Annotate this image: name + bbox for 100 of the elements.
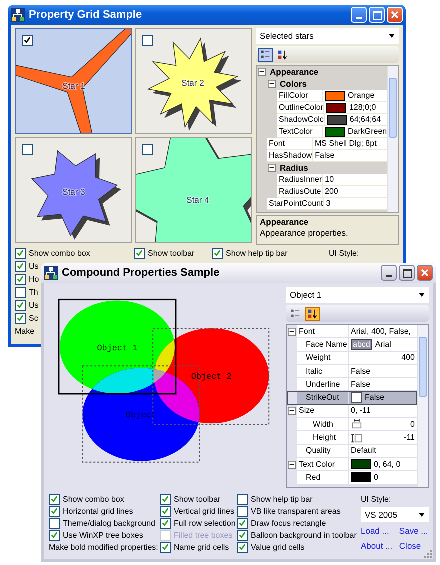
checkbox[interactable] (237, 542, 248, 553)
link[interactable]: Close (399, 541, 429, 551)
resize-grip-icon[interactable] (424, 550, 432, 558)
checkbox[interactable] (237, 530, 248, 541)
close-button[interactable] (417, 265, 433, 281)
checkbox[interactable] (160, 494, 171, 505)
property-value: 128;0;0 (349, 103, 376, 112)
checkbox[interactable] (134, 248, 145, 259)
collapse-icon[interactable] (258, 68, 266, 76)
checkbox[interactable] (212, 248, 223, 259)
link[interactable]: Save ... (399, 526, 429, 536)
maximize-button[interactable] (399, 265, 415, 281)
property-value: Orange (348, 91, 375, 100)
option-label: Make (15, 327, 35, 336)
object-selector[interactable]: Object 1 (286, 287, 429, 303)
checkbox-label: VB like transparent areas (251, 507, 341, 516)
property-name: Quality (297, 444, 349, 458)
checkbox-label: Us (29, 262, 39, 271)
property-value: 0, 64, 0 (374, 460, 401, 469)
window-title: Compound Properties Sample (62, 267, 220, 279)
dropdown-arrow-icon (419, 512, 425, 516)
collapse-icon[interactable] (288, 407, 296, 416)
collapse-icon[interactable] (288, 460, 296, 469)
checkbox[interactable] (49, 530, 60, 541)
property-name: Font (267, 138, 313, 150)
property-value: 0 (410, 420, 416, 429)
checkbox-label: Th (29, 288, 38, 297)
scrollbar[interactable] (417, 325, 428, 487)
description-text: Appearance properties. (260, 228, 350, 238)
checkbox-label: Filled tree boxes (174, 531, 233, 540)
checkbox[interactable] (15, 287, 26, 298)
checkbox-label: Vertical grid lines (174, 507, 234, 516)
property-name: FillColor (277, 90, 323, 102)
property-value: 400 (402, 353, 416, 362)
overlapping-ellipses-drawing[interactable] (60, 300, 270, 462)
object-selector[interactable]: Selected stars (256, 28, 399, 44)
checkbox-label: Full row selection (174, 519, 236, 528)
checkbox[interactable] (237, 506, 248, 517)
property-name: Height (297, 431, 349, 445)
checkbox[interactable] (237, 518, 248, 529)
checkbox[interactable] (142, 144, 153, 155)
property-value: Default (351, 446, 376, 456)
collapse-icon[interactable] (288, 328, 296, 336)
property-name: StarPointCount (267, 198, 324, 210)
star-label: Star 2 (182, 78, 204, 88)
property-value: False (351, 366, 371, 376)
checkbox[interactable] (160, 518, 171, 529)
collapse-icon[interactable] (268, 80, 276, 88)
collapse-icon[interactable] (268, 164, 276, 172)
checkbox[interactable] (142, 35, 153, 46)
property-name: Weight (297, 352, 349, 365)
property-value: False (351, 380, 371, 389)
checkbox-label: Draw focus rectangle (251, 519, 326, 528)
sort-button[interactable] (305, 306, 320, 320)
property-value: 200 (325, 187, 338, 196)
description-title: Appearance (260, 217, 310, 227)
checkbox[interactable] (15, 313, 26, 324)
checkbox[interactable] (160, 506, 171, 517)
style-dropdown[interactable]: VS 2005 (361, 507, 429, 522)
scrollbar[interactable] (387, 66, 398, 212)
property-name: RadiusInner (277, 174, 324, 186)
property-name: Italic (297, 364, 349, 378)
selection-frame[interactable] (58, 298, 177, 395)
checkbox[interactable] (15, 300, 26, 311)
checkbox[interactable] (237, 494, 248, 505)
property-name: ShadowColc (277, 114, 325, 126)
close-icon (421, 269, 429, 277)
star-panel[interactable]: Star 2 (135, 28, 252, 134)
checkbox-label: Ho (29, 275, 40, 284)
property-value: DarkGreen (348, 127, 387, 136)
checkbox[interactable] (15, 248, 26, 259)
property-name: Width (297, 418, 349, 432)
checkbox-label: Show combo box (63, 495, 124, 504)
checkbox-label: Show toolbar (174, 495, 221, 504)
property-value: -11 (404, 433, 416, 442)
checkbox[interactable] (15, 274, 26, 285)
checkbox[interactable] (49, 518, 60, 529)
property-name: TextColor (277, 126, 323, 138)
categorized-button[interactable] (258, 48, 273, 62)
property-name: StrikeOut (297, 391, 349, 405)
minimize-button[interactable] (381, 265, 397, 281)
property-value: 3 (326, 199, 331, 208)
checkbox[interactable] (22, 144, 33, 155)
checkbox[interactable] (49, 506, 60, 517)
checkbox[interactable] (351, 392, 362, 404)
width-icon (351, 419, 363, 430)
link[interactable]: About ... (361, 541, 394, 551)
checkbox[interactable] (22, 35, 33, 46)
app-icon (11, 8, 25, 22)
star-panel[interactable]: Star 3 (15, 137, 132, 243)
property-name: OutlineColor (277, 102, 324, 114)
checkbox[interactable] (49, 494, 60, 505)
link[interactable]: Load ... (361, 526, 394, 536)
checkbox-label: Value grid cells (251, 543, 305, 552)
property-value: Arial (375, 340, 392, 349)
star-panel[interactable]: Star 4 (135, 137, 252, 243)
checkbox[interactable] (160, 542, 171, 553)
checkbox[interactable] (15, 261, 26, 272)
property-name: Font (297, 325, 349, 338)
property-name: Red (297, 471, 349, 485)
